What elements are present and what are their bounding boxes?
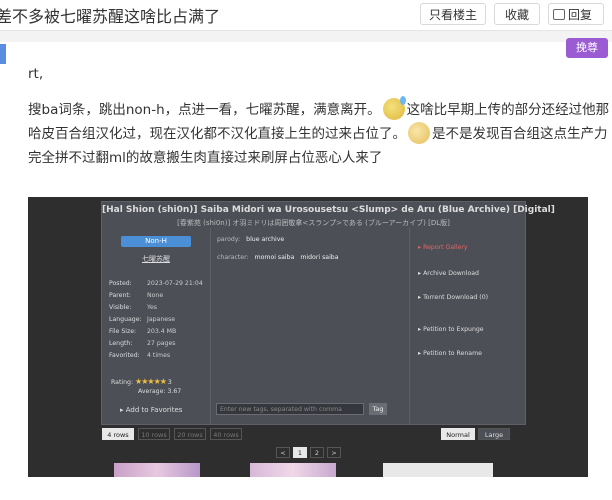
petition-rename-link[interactable]: ▸ Petition to Rename: [418, 350, 482, 357]
rows-40-button[interactable]: 40 rows: [210, 428, 242, 440]
page-1-button[interactable]: 1: [293, 447, 307, 458]
thumbnail[interactable]: [114, 463, 200, 477]
post-line: rt,: [28, 66, 44, 82]
meta-row: Language: Japanese: [109, 316, 176, 323]
tags-column: parody: blue archive character: momoi saib…: [211, 228, 409, 424]
post-text-a: 搜ba词条，跳出non-h，点进一看，七曜苏醒，满意离开。: [28, 102, 381, 118]
gallery-info-column: Non-H 七曜苏醒 Posted: 2023-07-29 21:04 Paren…: [102, 228, 211, 424]
favorite-button[interactable]: 收藏: [494, 3, 540, 25]
post-paragraph: 搜ba词条，跳出non-h，点进一看，七曜苏醒，满意离开。 这啥比早期上传的部分还…: [28, 96, 610, 170]
sweat-emoji-icon: [382, 96, 406, 120]
tag-link[interactable]: blue archive: [246, 236, 284, 243]
page-2-button[interactable]: 2: [310, 447, 324, 458]
size-large-button[interactable]: Large: [478, 428, 510, 440]
only-author-button[interactable]: 只看楼主: [420, 3, 486, 25]
meta-row: Visible: Yes: [109, 304, 157, 311]
actions-column: ▸ Report Gallery ▸ Archive Download ▸ To…: [409, 228, 526, 424]
reply-icon: [553, 9, 565, 20]
archive-download-link[interactable]: ▸ Archive Download: [418, 270, 479, 277]
tag-row-character: character: momoi saiba midori saiba: [217, 254, 339, 261]
tag-link[interactable]: momoi saiba: [255, 254, 295, 261]
thumbnail[interactable]: [250, 463, 336, 477]
gallery-meta: Posted: 2023-07-29 21:04 Parent: None Visi…: [109, 280, 209, 364]
meta-row: Parent: None: [109, 292, 164, 299]
thread-title: 差不多被七曜苏醒这啥比占满了: [0, 7, 221, 26]
manjun-badge[interactable]: 挽尊: [566, 38, 608, 58]
meta-row: Length: 27 pages: [109, 340, 176, 347]
category-badge[interactable]: Non-H: [121, 236, 191, 247]
meta-row: Favorited: 4 times: [109, 352, 171, 359]
meta-row: File Size: 203.4 MB: [109, 328, 177, 335]
thumbnail[interactable]: [383, 463, 493, 477]
meta-row: Posted: 2023-07-29 21:04: [109, 280, 203, 287]
petition-expunge-link[interactable]: ▸ Petition to Expunge: [418, 326, 484, 333]
post-content: rt, 搜ba词条，跳出non-h，点进一看，七曜苏醒，满意离开。 这啥比早期上传…: [28, 62, 610, 170]
gallery-subtitle: [春紫苑 (shi0n)] オ羽ミドリは周囲敬拿<スランプ>である (ブルーアー…: [177, 219, 450, 227]
add-favorites-link[interactable]: ▸ Add to Favorites: [120, 406, 182, 414]
reply-button[interactable]: 回复: [548, 3, 604, 25]
thread-header: 差不多被七曜苏醒这啥比占满了 只看楼主 收藏 回复: [0, 0, 612, 31]
rows-4-button[interactable]: 4 rows: [102, 428, 134, 440]
gallery-title: [Hal Shion (shi0n)] Saiba Midori wa Uros…: [102, 205, 555, 215]
tag-link[interactable]: midori saiba: [300, 254, 338, 261]
gallery-panel: [Hal Shion (shi0n)] Saiba Midori wa Uros…: [101, 201, 555, 425]
rows-10-button[interactable]: 10 rows: [138, 428, 170, 440]
size-normal-button[interactable]: Normal: [441, 428, 475, 440]
new-tag-input[interactable]: Enter new tags, separated with comma: [216, 403, 364, 415]
rating-average: Average: 3.67: [138, 388, 182, 395]
tag-button[interactable]: Tag: [369, 403, 387, 415]
manjun-label: 挽尊: [576, 41, 598, 54]
page-prev-button[interactable]: <: [276, 447, 290, 458]
tag-row-parody: parody: blue archive: [217, 236, 285, 243]
gallery-screenshot: [Hal Shion (shi0n)] Saiba Midori wa Uros…: [28, 197, 588, 477]
yawn-emoji-icon: [408, 122, 430, 144]
side-tab[interactable]: [0, 44, 6, 64]
page-next-button[interactable]: >: [327, 447, 341, 458]
uploader-link[interactable]: 七曜苏醒: [102, 254, 210, 264]
rating-row: Rating: ★★★★★ 3: [111, 377, 172, 386]
report-gallery-link[interactable]: ▸ Report Gallery: [418, 244, 468, 251]
torrent-download-link[interactable]: ▸ Torrent Download (0): [418, 294, 488, 301]
reply-label: 回复: [568, 8, 593, 22]
rating-stars-icon[interactable]: ★★★★★: [135, 377, 167, 386]
rows-20-button[interactable]: 20 rows: [174, 428, 206, 440]
